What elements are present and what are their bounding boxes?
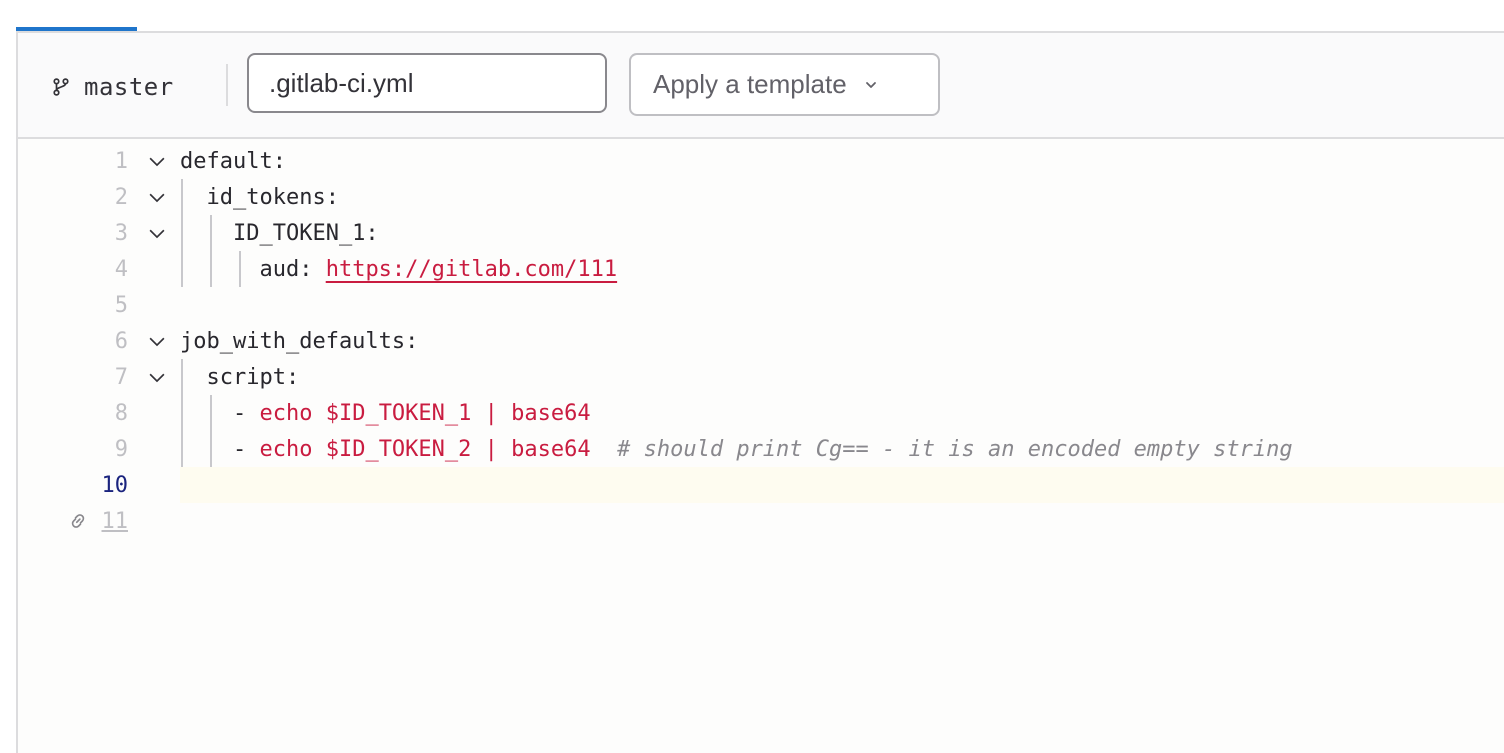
code-text: aud: https://gitlab.com/111 [180,257,617,282]
line-number: 7 [114,364,128,390]
line-number: 6 [114,328,128,354]
code-line: 8 - echo $ID_TOKEN_1 | base64 [18,395,1504,431]
code-comment: # should print Cg== - it is an encoded e… [590,436,1293,462]
script-command: echo $ID_TOKEN_1 | base64 [259,400,591,426]
chevron-down-icon [865,81,876,88]
fold-chevron-icon[interactable] [146,222,168,244]
code-text: default: [180,148,286,174]
branch-icon [53,78,69,96]
code-line: 6 job_with_defaults: [18,323,1504,359]
code-line: 3 ID_TOKEN_1: [18,215,1504,251]
line-number: 9 [114,436,128,462]
fold-chevron-icon[interactable] [146,330,168,352]
fold-chevron-icon[interactable] [146,150,168,172]
line-number: 1 [114,148,128,174]
toolbar-divider [226,64,228,106]
code-line: 5 [18,287,1504,323]
code-text: job_with_defaults: [180,328,419,354]
code-editor[interactable]: 1 default: 2 id_tokens: 3 ID_TOKEN_1: 4 [18,139,1504,753]
code-text: - echo $ID_TOKEN_2 | base64 # should pri… [180,437,1293,462]
code-text: id_tokens: [180,184,339,210]
fold-chevron-icon[interactable] [146,186,168,208]
code-text: ID_TOKEN_1: [180,220,379,246]
branch-name: master [84,73,174,101]
code-text: script: [180,364,300,390]
active-line-highlight [180,467,1504,503]
line-number: 5 [114,292,128,318]
line-number: 10 [101,472,129,498]
list-dash: - [180,436,260,462]
apply-template-dropdown[interactable]: Apply a template [629,53,940,116]
code-line-active: 10 [18,467,1504,503]
code-text: - echo $ID_TOKEN_1 | base64 [180,401,591,426]
code-line: 4 aud: https://gitlab.com/111 [18,251,1504,287]
line-number: 3 [114,220,128,246]
editor-toolbar: master Apply a template [18,33,1504,139]
line-number-link[interactable]: 11 [58,509,129,534]
code-line: 11 [18,503,1504,539]
line-number: 2 [114,184,128,210]
code-line: 1 default: [18,143,1504,179]
apply-template-label: Apply a template [653,69,847,99]
list-dash: - [180,400,260,426]
yaml-key: aud: [180,256,326,282]
pipeline-editor: master Apply a template 1 default: 2 id_… [16,31,1504,753]
file-name-input[interactable] [247,53,607,113]
code-line: 9 - echo $ID_TOKEN_2 | base64 # should p… [18,431,1504,467]
url-link[interactable]: https://gitlab.com/111 [326,257,617,282]
line-number: 8 [114,400,128,426]
branch-selector[interactable]: master [52,67,174,107]
code-line: 2 id_tokens: [18,179,1504,215]
fold-chevron-icon[interactable] [146,366,168,388]
code-line: 7 script: [18,359,1504,395]
script-command: echo $ID_TOKEN_2 | base64 [259,436,591,462]
line-number: 4 [114,256,128,282]
